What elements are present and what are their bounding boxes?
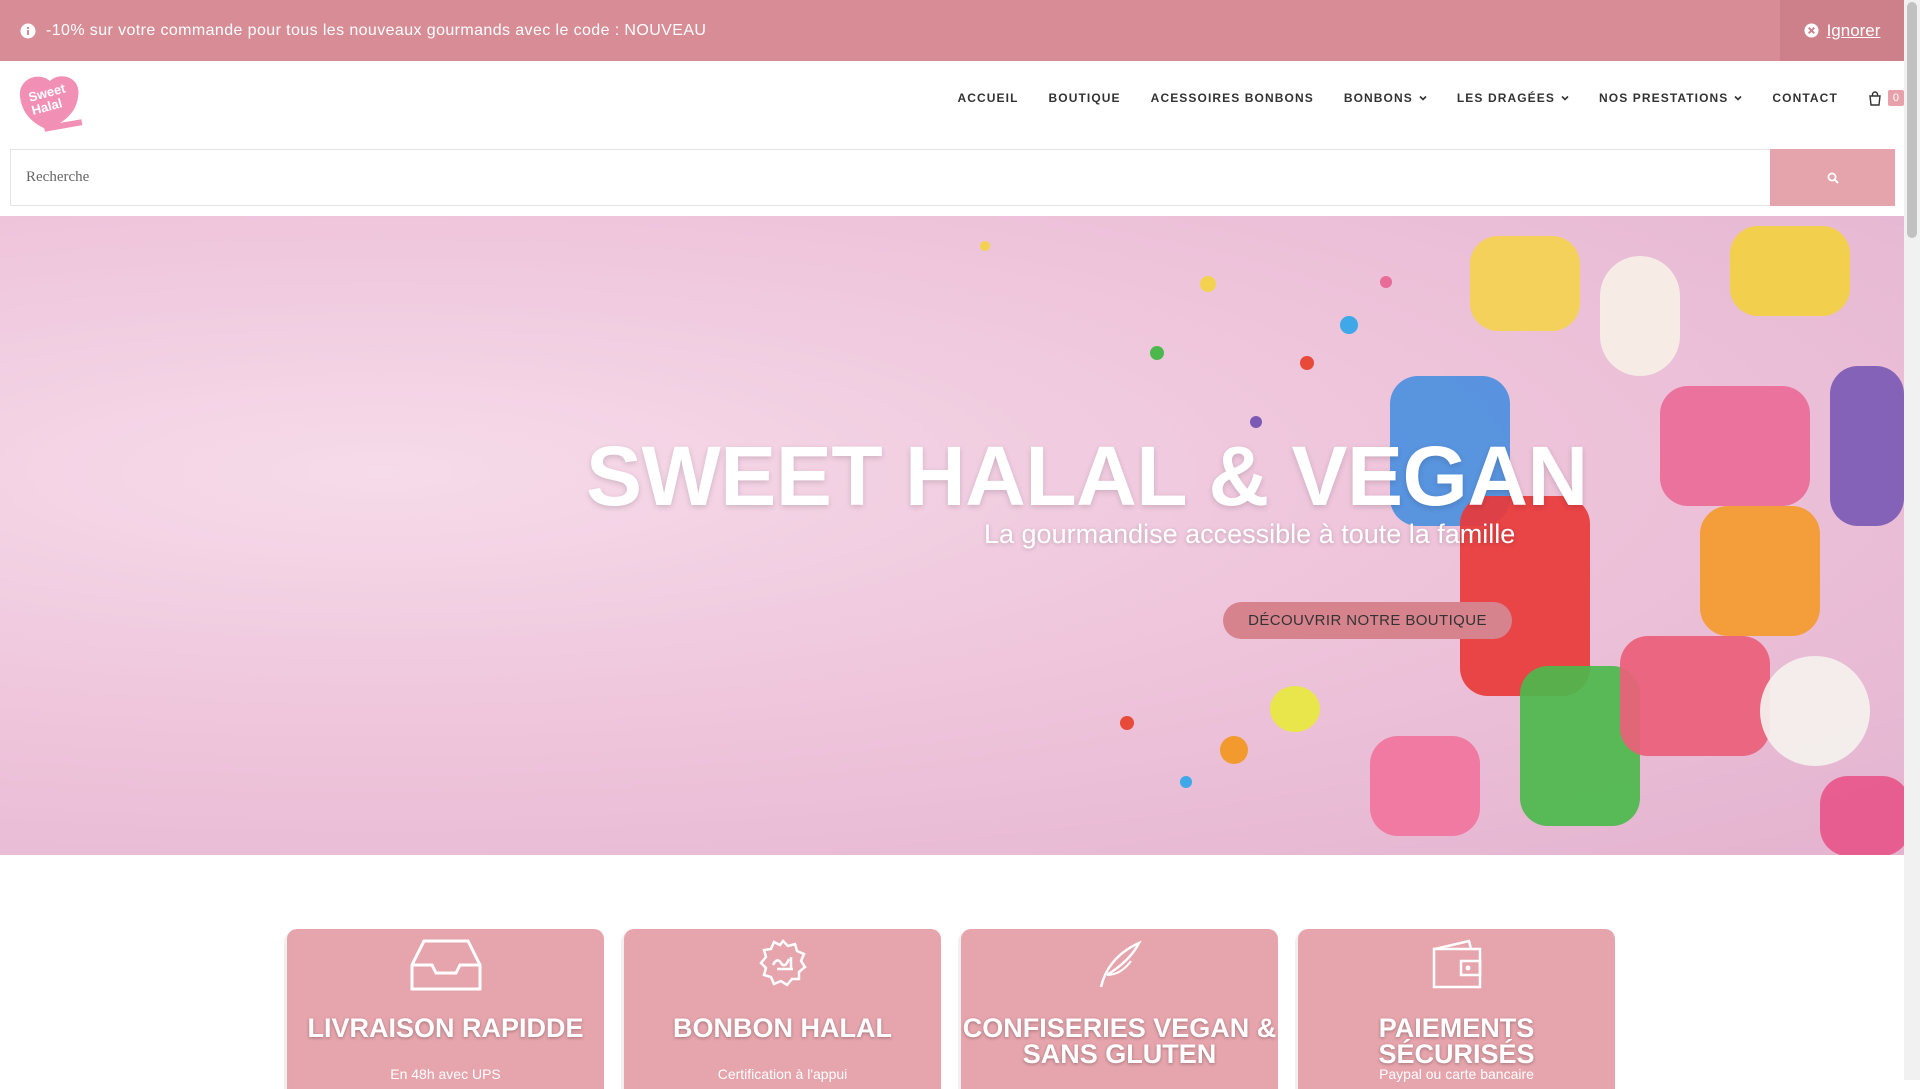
chevron-down-icon [1419,95,1427,101]
inbox-icon [410,939,481,991]
promo-notice-text: -10% sur votre commande pour tous les no… [46,21,707,39]
nav-item-accessoires-bonbons[interactable]: ACESSOIRES BONBONS [1151,91,1314,105]
feather-icon [1099,940,1142,988]
candy-decoration [1820,776,1904,855]
nav-item-nos-prestations[interactable]: NOS PRESTATIONS [1599,91,1742,105]
candy-decoration [1470,236,1580,331]
candy-decoration [1250,416,1262,428]
feature-card-halal: BONBON HALAL Certification à l'appui [624,929,941,1089]
main-navigation: ACCUEIL BOUTIQUE ACESSOIRES BONBONS BONB… [927,61,1904,135]
candy-decoration [1220,736,1248,764]
features-row: LIVRAISON RAPIDDE En 48h avec UPS BONBON… [287,929,1635,1089]
feature-card-delivery: LIVRAISON RAPIDDE En 48h avec UPS [287,929,604,1089]
nav-item-accueil[interactable]: ACCUEIL [957,91,1018,105]
candy-decoration [1620,636,1770,756]
candy-decoration [1180,776,1192,788]
nav-label: LES DRAGÉES [1456,91,1555,105]
candy-decoration [1120,716,1134,730]
hero-title: SWEET HALAL & VEGAN [586,429,1588,523]
feature-card-payment: PAIEMENTS SÉCURISÉS Paypal ou carte banc… [1298,929,1615,1089]
candy-decoration [1380,276,1392,288]
candy-decoration [1300,356,1314,370]
scrollbar-thumb[interactable] [1907,2,1917,238]
search-input[interactable] [10,149,1770,206]
wallet-icon [1432,939,1481,989]
halal-icon [758,939,807,987]
candy-decoration [1340,316,1358,334]
nav-item-bonbons[interactable]: BONBONS [1344,91,1427,105]
candy-decoration [1270,686,1320,732]
candy-decoration [1150,346,1164,360]
feature-title: CONFISERIES VEGAN & SANS GLUTEN [962,1013,1277,1069]
candy-decoration [1200,276,1216,292]
sweet-halal-logo[interactable]: Sweet Halal [10,67,88,137]
chevron-down-icon [1561,95,1569,101]
nav-item-contact[interactable]: CONTACT [1772,91,1837,105]
feature-title: BONBON HALAL [673,1013,892,1043]
dismiss-notice-label: Ignorer [1826,20,1881,40]
feature-title: LIVRAISON RAPIDDE [307,1013,584,1043]
hero-subtitle: La gourmandise accessible à toute la fam… [984,519,1516,549]
candy-decoration [980,241,990,251]
search-bar [10,149,1895,206]
cart-button[interactable]: 0 [1868,90,1904,106]
nav-item-boutique[interactable]: BOUTIQUE [1049,91,1121,105]
candy-decoration [1830,366,1904,526]
candy-decoration [1730,226,1850,316]
page-scrollbar[interactable] [1904,0,1920,1080]
nav-label: ACESSOIRES BONBONS [1150,91,1314,105]
candy-decoration [1760,656,1870,766]
discover-shop-button[interactable]: DÉCOUVRIR NOTRE BOUTIQUE [1223,602,1512,639]
cart-count-badge: 0 [1887,90,1904,106]
promo-notice-bar: -10% sur votre commande pour tous les no… [0,0,1904,61]
dismiss-notice-button[interactable]: Ignorer [1780,0,1904,61]
search-icon [1827,172,1839,184]
nav-label: ACCUEIL [957,91,1019,105]
feature-card-vegan: CONFISERIES VEGAN & SANS GLUTEN [961,929,1278,1089]
site-header: Sweet Halal ACCUEIL BOUTIQUE ACESSOIRES … [0,61,1904,149]
shopping-bag-icon [1869,90,1881,106]
nav-label: NOS PRESTATIONS [1599,91,1729,105]
info-icon [20,23,36,38]
candy-decoration [1600,256,1680,376]
chevron-down-icon [1734,95,1742,101]
search-button[interactable] [1770,149,1895,206]
nav-item-les-dragees[interactable]: LES DRAGÉES [1457,91,1569,105]
candy-decoration [1660,386,1810,506]
nav-label: BOUTIQUE [1048,91,1121,105]
nav-label: CONTACT [1772,91,1838,105]
close-circle-icon [1804,23,1819,38]
candy-decoration [1370,736,1480,836]
nav-label: BONBONS [1343,91,1413,105]
hero-banner: SWEET HALAL & VEGAN La gourmandise acces… [0,216,1904,855]
feature-title: PAIEMENTS SÉCURISÉS [1378,1013,1535,1069]
candy-decoration [1700,506,1820,636]
